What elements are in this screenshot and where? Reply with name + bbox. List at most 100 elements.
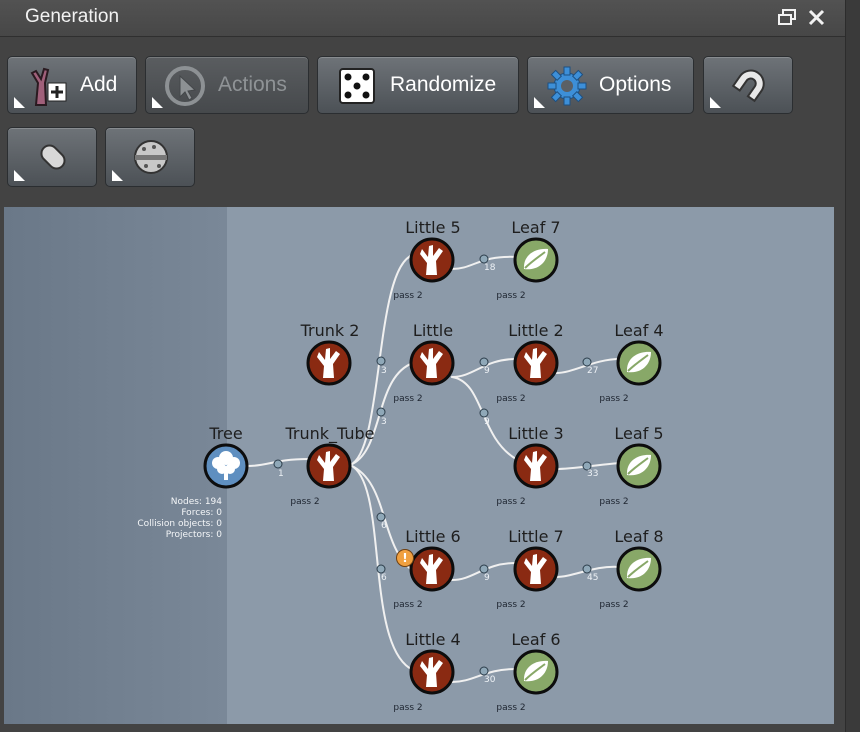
port-dot <box>479 564 489 574</box>
options-button-label: Options <box>599 73 672 96</box>
pass-label: pass 2 <box>393 703 423 713</box>
trunk-tube-node[interactable] <box>306 443 352 489</box>
leaf-icon <box>513 649 559 695</box>
node-title-trunk-2: Trunk 2 <box>300 321 360 340</box>
add-button-label: Add <box>80 73 118 96</box>
restore-icon[interactable] <box>778 9 796 29</box>
leaf-icon <box>616 546 662 592</box>
port-dot <box>273 459 283 469</box>
pass-label: pass 2 <box>496 394 526 404</box>
node-title-little-5: Little 5 <box>405 218 461 237</box>
leaf-icon <box>616 340 662 386</box>
port-number: 9 <box>484 417 490 427</box>
leaf-6-node[interactable] <box>513 649 559 695</box>
port-number: 6 <box>381 573 387 583</box>
node-graph-canvas[interactable]: 1 18 3 3 9 27 9 33 6 9 45 6 30 Tree Node… <box>4 207 834 724</box>
actions-button-label: Actions <box>218 73 287 96</box>
branch-icon <box>409 649 455 695</box>
stat-nodes: Nodes: 194 <box>170 497 222 507</box>
warning-icon[interactable]: ! <box>396 549 414 567</box>
node-title-little-6: Little 6 <box>405 527 461 546</box>
port-dot <box>376 407 386 417</box>
port-number: 1 <box>278 469 284 479</box>
dropdown-corner-icon <box>152 97 163 108</box>
pass-label: pass 2 <box>496 291 526 301</box>
panel-edge <box>845 0 860 732</box>
randomize-button-label: Randomize <box>390 73 497 96</box>
port-dot <box>376 356 386 366</box>
node-title-tree: Tree <box>209 424 243 443</box>
node-title-little-2: Little 2 <box>508 321 564 340</box>
branch-icon <box>409 340 455 386</box>
node-title-little-4: Little 4 <box>405 630 461 649</box>
capsule-button[interactable] <box>7 127 97 187</box>
branch-icon <box>306 340 352 386</box>
port-number: 9 <box>484 573 490 583</box>
tree-icon <box>203 443 249 489</box>
add-branch-icon <box>26 65 68 107</box>
leaf-icon <box>616 443 662 489</box>
branch-icon <box>513 443 559 489</box>
stat-projectors: Projectors: 0 <box>165 530 222 540</box>
little-6-node[interactable] <box>409 546 455 592</box>
stat-forces: Forces: 0 <box>181 508 222 518</box>
tree-root-node[interactable] <box>203 443 249 489</box>
branch-icon <box>409 546 455 592</box>
panel-titlebar: Generation <box>0 0 860 37</box>
port-number: 18 <box>484 263 496 273</box>
node-title-little: Little <box>412 321 454 340</box>
node-title-leaf-7: Leaf 7 <box>511 218 561 237</box>
pass-label: pass 2 <box>393 394 423 404</box>
dropdown-corner-icon <box>14 170 25 181</box>
port-dot <box>479 254 489 264</box>
port-dot <box>582 564 592 574</box>
options-button[interactable]: Options <box>527 56 694 114</box>
branch-icon <box>409 237 455 283</box>
node-title-leaf-8: Leaf 8 <box>614 527 664 546</box>
leaf-8-node[interactable] <box>616 546 662 592</box>
little-2-node[interactable] <box>513 340 559 386</box>
node-title-little-3: Little 3 <box>508 424 564 443</box>
dropdown-corner-icon <box>112 170 123 181</box>
leaf-5-node[interactable] <box>616 443 662 489</box>
little-7-node[interactable] <box>513 546 559 592</box>
sphere-button[interactable] <box>105 127 195 187</box>
dropdown-corner-icon <box>14 97 25 108</box>
pass-label: pass 2 <box>599 394 629 404</box>
node-title-leaf-5: Leaf 5 <box>614 424 664 443</box>
port-dot <box>582 357 592 367</box>
magnet-icon <box>728 65 770 107</box>
little-5-node[interactable] <box>409 237 455 283</box>
pass-label: pass 2 <box>496 497 526 507</box>
pass-label: pass 2 <box>290 497 320 507</box>
little-3-node[interactable] <box>513 443 559 489</box>
randomize-button[interactable]: Randomize <box>317 56 519 114</box>
branch-icon <box>306 443 352 489</box>
node-title-leaf-4: Leaf 4 <box>614 321 664 340</box>
dropdown-corner-icon <box>534 97 545 108</box>
close-icon[interactable] <box>808 9 825 30</box>
add-button[interactable]: Add <box>7 56 137 114</box>
cursor-icon <box>164 65 206 107</box>
actions-button[interactable]: Actions <box>145 56 309 114</box>
pass-label: pass 2 <box>496 703 526 713</box>
branch-icon <box>513 340 559 386</box>
port-dot <box>479 666 489 676</box>
magnet-button[interactable] <box>703 56 793 114</box>
leaf-7-node[interactable] <box>513 237 559 283</box>
trunk-2-node[interactable] <box>306 340 352 386</box>
port-number: 45 <box>587 573 599 583</box>
pass-label: pass 2 <box>393 600 423 610</box>
dice-icon <box>336 65 378 107</box>
dropdown-corner-icon <box>710 97 721 108</box>
leaf-4-node[interactable] <box>616 340 662 386</box>
pass-label: pass 2 <box>599 600 629 610</box>
port-number: 6 <box>381 521 387 531</box>
little-4-node[interactable] <box>409 649 455 695</box>
pass-label: pass 2 <box>393 291 423 301</box>
branch-icon <box>513 546 559 592</box>
port-dot <box>376 564 386 574</box>
little-node[interactable] <box>409 340 455 386</box>
port-number: 27 <box>587 366 599 376</box>
panel-title: Generation <box>25 6 120 27</box>
